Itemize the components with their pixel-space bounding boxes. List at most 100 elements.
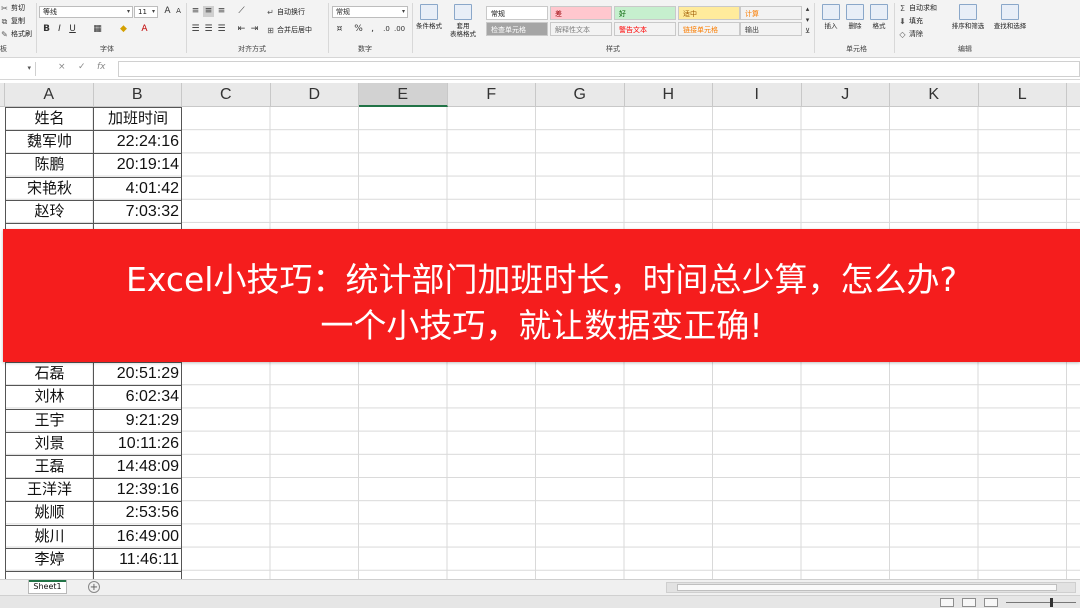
percent-button[interactable]: %: [353, 24, 364, 35]
cell-style-1[interactable]: 差: [550, 6, 612, 20]
align-center-icon[interactable]: ☰: [203, 24, 214, 35]
column-header-f[interactable]: F: [448, 83, 536, 107]
header-cell-name[interactable]: 姓名: [5, 107, 94, 130]
sheet-tab-sheet1[interactable]: Sheet1: [28, 580, 67, 594]
font-name-select[interactable]: 等线 ▾: [39, 6, 133, 18]
increase-decimal-icon[interactable]: .0: [381, 24, 392, 35]
page-break-view-icon[interactable]: [984, 598, 998, 607]
decrease-decimal-icon[interactable]: .00: [394, 24, 405, 35]
column-header-k[interactable]: K: [890, 83, 979, 107]
cell-time[interactable]: 14:48:09: [94, 455, 182, 478]
enter-icon[interactable]: ✓: [78, 62, 86, 72]
comma-style-icon[interactable]: ,: [367, 24, 378, 35]
cell-name[interactable]: 赵玲: [5, 200, 94, 223]
decrease-font-icon[interactable]: A: [173, 6, 184, 17]
cell-time[interactable]: 22:24:16: [94, 130, 182, 153]
header-cell-time[interactable]: 加班时间: [94, 107, 182, 130]
cell-time[interactable]: 16:49:00: [94, 525, 182, 548]
scrollbar-thumb[interactable]: [677, 584, 1057, 591]
zoom-slider-thumb[interactable]: [1050, 598, 1053, 607]
cell-style-3[interactable]: 适中: [678, 6, 740, 20]
cut-button[interactable]: ✂ 剪切: [0, 3, 25, 13]
cell-style-6[interactable]: 解释性文本: [550, 22, 612, 36]
align-bottom-icon[interactable]: ≡: [216, 6, 227, 17]
cell-name[interactable]: 宋艳秋: [5, 177, 94, 200]
column-header-d[interactable]: D: [271, 83, 359, 107]
cell-name[interactable]: 王洋洋: [5, 478, 94, 501]
underline-button[interactable]: U: [67, 24, 78, 35]
border-icon[interactable]: ▦: [92, 24, 103, 35]
cell-name[interactable]: 姚川: [5, 525, 94, 548]
column-header-j[interactable]: J: [802, 83, 890, 107]
number-format-select[interactable]: 常规 ▾: [332, 6, 408, 18]
align-middle-icon[interactable]: ≡: [203, 6, 214, 17]
autosum-button[interactable]: Σ 自动求和: [898, 3, 937, 13]
fx-icon[interactable]: fx: [97, 62, 106, 72]
cell-style-0[interactable]: 常规: [486, 6, 548, 20]
cell-name[interactable]: 魏军帅: [5, 130, 94, 153]
cell-time[interactable]: 9:21:29: [94, 409, 182, 432]
normal-view-icon[interactable]: [940, 598, 954, 607]
italic-button[interactable]: I: [54, 24, 65, 35]
increase-font-icon[interactable]: A: [162, 6, 173, 17]
cell-style-4[interactable]: 计算: [740, 6, 802, 20]
format-painter-button[interactable]: ✎ 格式刷: [0, 29, 32, 39]
cell-time[interactable]: 12:39:16: [94, 478, 182, 501]
cell-name[interactable]: 刘景: [5, 432, 94, 455]
font-color-icon[interactable]: A: [139, 24, 150, 35]
cell-time[interactable]: 2:53:56: [94, 501, 182, 524]
column-header-i[interactable]: I: [713, 83, 802, 107]
cell-style-8[interactable]: 链接单元格: [678, 22, 740, 36]
column-header-l[interactable]: L: [979, 83, 1067, 107]
indent-icon[interactable]: ⇤: [236, 24, 247, 35]
cell-time[interactable]: 10:11:26: [94, 432, 182, 455]
gallery-scroll-up-icon[interactable]: ▴: [802, 4, 813, 15]
column-header-c[interactable]: C: [182, 83, 271, 107]
outdent-icon[interactable]: ⇥: [249, 24, 260, 35]
align-right-icon[interactable]: ☰: [216, 24, 227, 35]
formula-input[interactable]: [118, 61, 1080, 77]
cell-name[interactable]: 李婷: [5, 548, 94, 571]
cell-style-2[interactable]: 好: [614, 6, 676, 20]
cell-time[interactable]: 11:46:11: [94, 548, 182, 571]
horizontal-scrollbar[interactable]: [666, 582, 1076, 593]
cell-time[interactable]: 20:19:14: [94, 153, 182, 176]
copy-button[interactable]: ⧉ 复制: [0, 16, 25, 26]
format-cells-button[interactable]: 格式: [864, 4, 894, 30]
cell-style-5[interactable]: 检查单元格: [486, 22, 548, 36]
gallery-expand-icon[interactable]: ⊻: [802, 26, 813, 37]
cell-time[interactable]: 7:03:32: [94, 200, 182, 223]
fill-color-icon[interactable]: ◆: [118, 24, 129, 35]
format-as-table-button[interactable]: 套用 表格格式: [448, 4, 478, 38]
cell-name[interactable]: 石磊: [5, 362, 94, 385]
cell-name[interactable]: 王磊: [5, 455, 94, 478]
name-box[interactable]: ▾: [0, 62, 36, 76]
clear-button[interactable]: ◇ 清除: [898, 29, 923, 39]
cancel-icon[interactable]: ×: [58, 62, 66, 72]
merge-center-button[interactable]: ⊞ 合并后居中: [266, 25, 312, 35]
cell-style-7[interactable]: 警告文本: [614, 22, 676, 36]
zoom-slider[interactable]: [1006, 602, 1076, 603]
conditional-formatting-button[interactable]: 条件格式: [414, 4, 444, 30]
align-left-icon[interactable]: ☰: [190, 24, 201, 35]
cell-style-9[interactable]: 输出: [740, 22, 802, 36]
cell-name[interactable]: 陈鹏: [5, 153, 94, 176]
bold-button[interactable]: B: [41, 24, 52, 35]
column-header-e[interactable]: E: [359, 83, 448, 107]
orientation-icon[interactable]: ⟋: [236, 6, 247, 17]
add-sheet-button[interactable]: +: [88, 581, 100, 593]
gallery-scroll-down-icon[interactable]: ▾: [802, 15, 813, 26]
column-header-a[interactable]: A: [5, 83, 94, 107]
font-size-select[interactable]: 11 ▾: [134, 6, 158, 18]
cell-time[interactable]: 20:51:29: [94, 362, 182, 385]
column-header-b[interactable]: B: [94, 83, 182, 107]
fill-button[interactable]: ⬇ 填充: [898, 16, 923, 26]
page-layout-view-icon[interactable]: [962, 598, 976, 607]
align-top-icon[interactable]: ≡: [190, 6, 201, 17]
cell-time[interactable]: 6:02:34: [94, 385, 182, 408]
cell-name[interactable]: 王宇: [5, 409, 94, 432]
cell-name[interactable]: 姚顺: [5, 501, 94, 524]
currency-icon[interactable]: ¤: [334, 24, 345, 35]
column-header-g[interactable]: G: [536, 83, 625, 107]
cell-time[interactable]: 4:01:42: [94, 177, 182, 200]
